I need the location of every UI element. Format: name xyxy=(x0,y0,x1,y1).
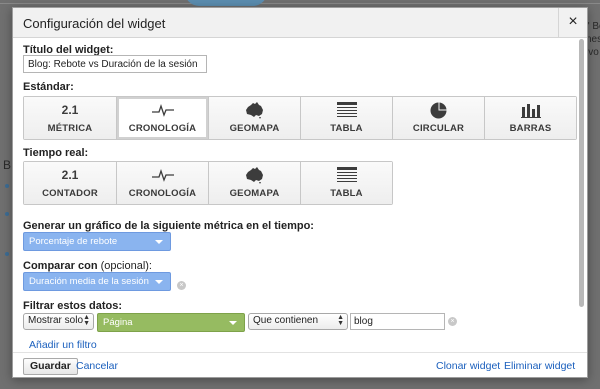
realtime-table-button[interactable]: TABLA xyxy=(300,162,392,204)
background-bullet xyxy=(5,184,9,188)
dialog-footer: Guardar Cancelar Clonar widget Eliminar … xyxy=(13,352,587,377)
metric-icon: 2.1 xyxy=(61,103,79,117)
standard-table-label: TABLA xyxy=(330,123,363,134)
close-icon: × xyxy=(568,13,578,30)
filter-dimension-value: Página xyxy=(103,317,133,328)
pie-icon xyxy=(430,100,447,120)
counter-icon: 2.1 xyxy=(61,168,79,182)
standard-geomap-label: GEOMAPA xyxy=(229,123,280,134)
standard-pie-label: CIRCULAR xyxy=(412,123,465,134)
realtime-geomap-button[interactable]: GEOMAPA xyxy=(208,162,300,204)
save-button[interactable]: Guardar xyxy=(23,358,78,375)
standard-metric-button[interactable]: 2.1 MÉTRICA xyxy=(24,97,116,139)
background-chart-shape xyxy=(185,0,267,6)
realtime-counter-label: CONTADOR xyxy=(42,188,98,199)
realtime-label: Tiempo real: xyxy=(23,147,89,159)
compare-label-optional: (opcional): xyxy=(97,260,152,272)
clear-filter-icon[interactable]: × xyxy=(448,317,457,326)
realtime-type-group: 2.1 CONTADOR CRONOLOGÍA GEOMAPA TABLA xyxy=(23,161,393,205)
filter-value-input[interactable] xyxy=(350,313,445,330)
filter-mode-select[interactable]: Mostrar solo ▲ ▼ xyxy=(23,313,94,330)
realtime-table-label: TABLA xyxy=(330,188,363,199)
close-button[interactable]: × xyxy=(558,8,587,37)
standard-table-button[interactable]: TABLA xyxy=(300,97,392,139)
add-filter-link[interactable]: Añadir un filtro xyxy=(29,339,97,351)
background-left-text: B xyxy=(3,158,12,172)
standard-geomap-button[interactable]: GEOMAPA xyxy=(208,97,300,139)
background-line: " Bc xyxy=(586,21,600,32)
background-bullet xyxy=(5,212,9,216)
background-line: nes xyxy=(586,34,600,45)
filter-operator-value: Que contienen xyxy=(253,315,319,326)
filter-operator-select[interactable]: Que contienen ▲ ▼ xyxy=(248,313,348,330)
standard-bars-button[interactable]: BARRAS xyxy=(484,97,576,139)
background-bullet xyxy=(5,252,9,256)
chevron-down-icon xyxy=(155,240,163,244)
filter-label: Filtrar estos datos: xyxy=(23,300,123,312)
filter-mode-value: Mostrar solo xyxy=(28,315,84,326)
compare-label: Comparar con (opcional): xyxy=(23,260,152,272)
standard-pie-button[interactable]: CIRCULAR xyxy=(392,97,484,139)
timeline-icon xyxy=(151,165,174,185)
filter-dimension-select[interactable]: Página xyxy=(97,313,245,332)
cancel-link[interactable]: Cancelar xyxy=(76,360,118,372)
geomap-icon xyxy=(245,100,265,120)
updown-arrows-icon: ▲ ▼ xyxy=(337,314,344,327)
dialog-title: Configuración del widget xyxy=(23,16,166,31)
background-divider xyxy=(0,3,600,4)
dialog-header: Configuración del widget × xyxy=(13,8,587,38)
standard-timeline-button[interactable]: CRONOLOGÍA xyxy=(116,97,208,139)
table-icon xyxy=(336,165,357,185)
realtime-geomap-label: GEOMAPA xyxy=(229,188,280,199)
bars-icon xyxy=(520,100,541,120)
standard-label: Estándar: xyxy=(23,81,74,93)
compare-select[interactable]: Duración media de la sesión xyxy=(23,272,171,291)
table-icon xyxy=(336,100,357,120)
geomap-icon xyxy=(245,165,265,185)
metric-select-value: Porcentaje de rebote xyxy=(29,236,118,247)
standard-bars-label: BARRAS xyxy=(509,123,552,134)
compare-label-bold: Comparar con xyxy=(23,260,98,272)
compare-select-value: Duración media de la sesión xyxy=(29,276,149,287)
chevron-down-icon xyxy=(229,321,237,325)
timeline-icon xyxy=(151,100,174,120)
metric-select[interactable]: Porcentaje de rebote xyxy=(23,232,171,251)
dialog-scrollbar[interactable] xyxy=(577,39,586,309)
delete-widget-link[interactable]: Eliminar widget xyxy=(504,360,575,372)
scrollbar-thumb[interactable] xyxy=(579,39,584,307)
standard-type-group: 2.1 MÉTRICA CRONOLOGÍA GEOMAPA TABLA CIR… xyxy=(23,96,577,140)
realtime-timeline-label: CRONOLOGÍA xyxy=(128,188,197,199)
clone-widget-link[interactable]: Clonar widget xyxy=(436,360,500,372)
realtime-counter-button[interactable]: 2.1 CONTADOR xyxy=(24,162,116,204)
background-line: ivo xyxy=(586,47,599,58)
standard-timeline-label: CRONOLOGÍA xyxy=(128,123,197,134)
realtime-timeline-button[interactable]: CRONOLOGÍA xyxy=(116,162,208,204)
widget-settings-dialog: Configuración del widget × Título del wi… xyxy=(12,7,588,378)
clear-compare-icon[interactable]: × xyxy=(177,281,186,290)
standard-metric-label: MÉTRICA xyxy=(47,123,93,134)
chevron-down-icon xyxy=(155,280,163,284)
metric-label: Generar un gráfico de la siguiente métri… xyxy=(23,220,314,232)
updown-arrows-icon: ▲ ▼ xyxy=(83,314,90,327)
background-right-text: " Bc nes ivo xyxy=(586,20,600,59)
widget-title-input[interactable] xyxy=(23,55,207,73)
